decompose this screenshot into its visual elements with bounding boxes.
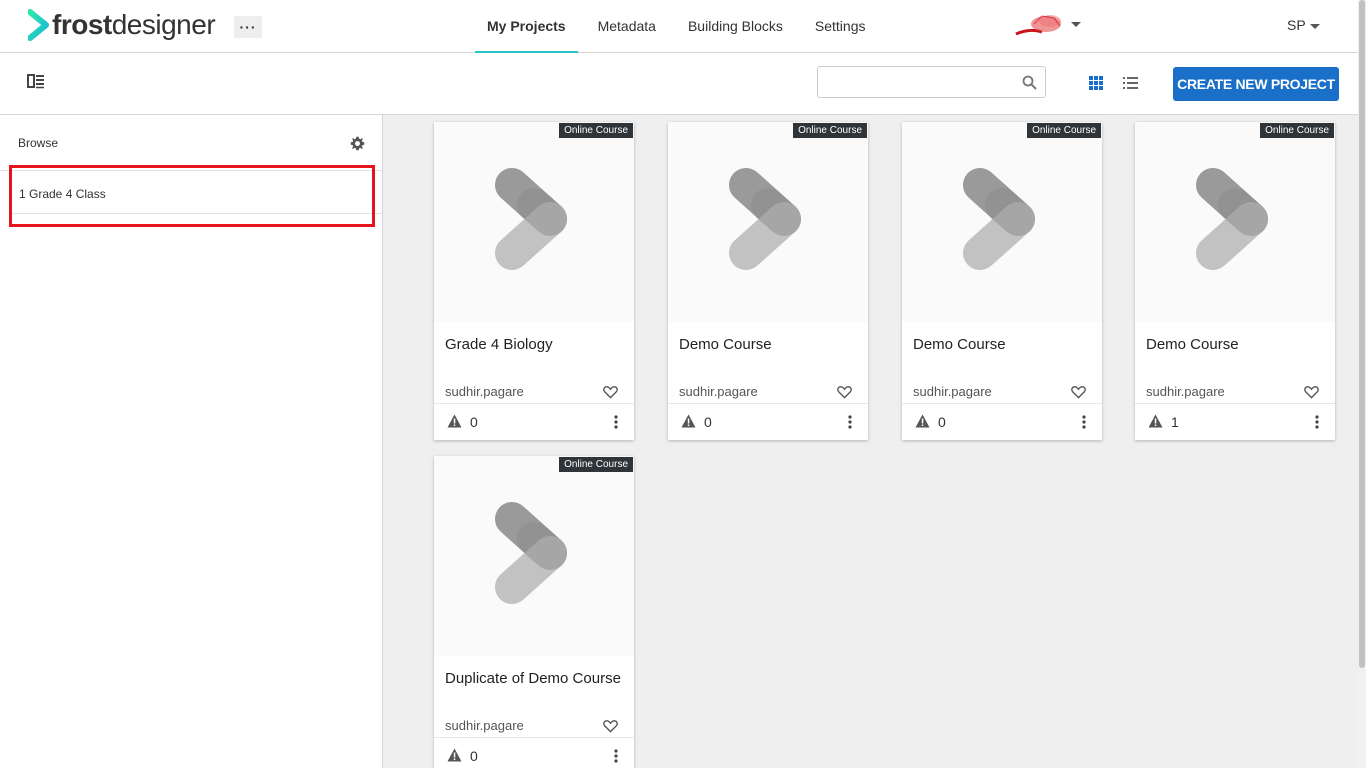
kebab-icon[interactable] <box>614 415 618 429</box>
project-placeholder-icon <box>495 168 567 270</box>
project-placeholder-icon <box>1196 168 1268 270</box>
warning-count: 0 <box>938 414 946 430</box>
course-type-badge: Online Course <box>559 457 633 472</box>
heart-icon[interactable] <box>1304 385 1319 399</box>
project-thumbnail: Online Course <box>1135 122 1335 322</box>
grid-view-icon[interactable] <box>1088 75 1104 91</box>
project-author: sudhir.pagare <box>679 384 758 399</box>
project-title[interactable]: Demo Course <box>913 334 1093 356</box>
search-box <box>817 66 1046 98</box>
warning-icon[interactable] <box>447 748 462 762</box>
browse-sidebar: Browse 1 Grade 4 Class <box>0 115 383 768</box>
warning-count: 0 <box>704 414 712 430</box>
browse-header: Browse <box>0 115 382 171</box>
project-card[interactable]: Online Course Duplicate of Demo Course s… <box>434 456 634 768</box>
warning-icon[interactable] <box>447 414 462 428</box>
warning-count: 1 <box>1171 414 1179 430</box>
project-card-footer: 0 <box>668 403 868 440</box>
project-placeholder-icon <box>963 168 1035 270</box>
project-title[interactable]: Demo Course <box>679 334 859 356</box>
heart-icon[interactable] <box>603 719 618 733</box>
project-author: sudhir.pagare <box>445 718 524 733</box>
project-card-footer: 0 <box>902 403 1102 440</box>
kebab-icon[interactable] <box>848 415 852 429</box>
kebab-icon[interactable] <box>1315 415 1319 429</box>
nav-building-blocks[interactable]: Building Blocks <box>676 0 795 53</box>
kebab-icon[interactable] <box>614 749 618 763</box>
search-icon[interactable] <box>1022 75 1037 90</box>
project-thumbnail: Online Course <box>668 122 868 322</box>
panel-toggle-icon[interactable] <box>27 73 45 89</box>
chevron-logo-icon <box>28 9 49 41</box>
project-card-footer: 0 <box>434 737 634 768</box>
course-type-badge: Online Course <box>1027 123 1101 138</box>
course-type-badge: Online Course <box>1260 123 1334 138</box>
project-card-footer: 0 <box>434 403 634 440</box>
main-nav: My Projects Metadata Building Blocks Set… <box>475 0 886 53</box>
project-card-footer: 1 <box>1135 403 1335 440</box>
warning-count: 0 <box>470 414 478 430</box>
user-dropdown-caret-icon[interactable] <box>1310 24 1320 29</box>
warning-icon[interactable] <box>1148 414 1163 428</box>
sidebar-folder-grade-4-class[interactable]: 1 Grade 4 Class <box>11 172 382 214</box>
kebab-icon[interactable] <box>1082 415 1086 429</box>
more-menu-button[interactable]: ··· <box>234 16 262 38</box>
user-menu[interactable]: SP <box>1287 17 1306 33</box>
heart-icon[interactable] <box>603 385 618 399</box>
warning-icon[interactable] <box>681 414 696 428</box>
gear-icon[interactable] <box>350 136 365 151</box>
warning-count: 0 <box>470 748 478 764</box>
heart-icon[interactable] <box>1071 385 1086 399</box>
toolbar: CREATE NEW PROJECT <box>0 53 1358 115</box>
course-type-badge: Online Course <box>559 123 633 138</box>
project-author: sudhir.pagare <box>913 384 992 399</box>
nav-my-projects[interactable]: My Projects <box>475 0 578 53</box>
project-card[interactable]: Online Course Grade 4 Biology sudhir.pag… <box>434 122 634 440</box>
organization-dropdown-caret-icon[interactable] <box>1071 22 1081 27</box>
heart-icon[interactable] <box>837 385 852 399</box>
list-view-icon[interactable] <box>1122 75 1139 91</box>
organization-logo-icon[interactable] <box>1012 12 1068 38</box>
create-new-project-button[interactable]: CREATE NEW PROJECT <box>1173 67 1339 101</box>
project-title[interactable]: Grade 4 Biology <box>445 334 625 356</box>
project-thumbnail: Online Course <box>434 456 634 656</box>
project-placeholder-icon <box>495 502 567 604</box>
project-author: sudhir.pagare <box>1146 384 1225 399</box>
project-placeholder-icon <box>729 168 801 270</box>
warning-icon[interactable] <box>915 414 930 428</box>
app-logo[interactable]: frostdesigner <box>28 9 216 41</box>
page-scrollbar[interactable] <box>1358 0 1366 768</box>
top-navigation-bar: frostdesigner ··· My Projects Metadata B… <box>0 0 1358 53</box>
project-author: sudhir.pagare <box>445 384 524 399</box>
project-thumbnail: Online Course <box>902 122 1102 322</box>
search-input[interactable] <box>826 67 1016 97</box>
course-type-badge: Online Course <box>793 123 867 138</box>
project-title[interactable]: Duplicate of Demo Course <box>445 668 625 690</box>
app-logo-text: frostdesigner <box>52 9 216 40</box>
nav-settings[interactable]: Settings <box>803 0 878 53</box>
project-thumbnail: Online Course <box>434 122 634 322</box>
sidebar-folder-label: 1 Grade 4 Class <box>19 187 106 201</box>
project-title[interactable]: Demo Course <box>1146 334 1326 356</box>
nav-metadata[interactable]: Metadata <box>586 0 668 53</box>
scrollbar-thumb[interactable] <box>1359 0 1365 668</box>
project-card[interactable]: Online Course Demo Course sudhir.pagare … <box>668 122 868 440</box>
browse-title: Browse <box>18 136 59 150</box>
project-card[interactable]: Online Course Demo Course sudhir.pagare … <box>1135 122 1335 440</box>
project-card[interactable]: Online Course Demo Course sudhir.pagare … <box>902 122 1102 440</box>
